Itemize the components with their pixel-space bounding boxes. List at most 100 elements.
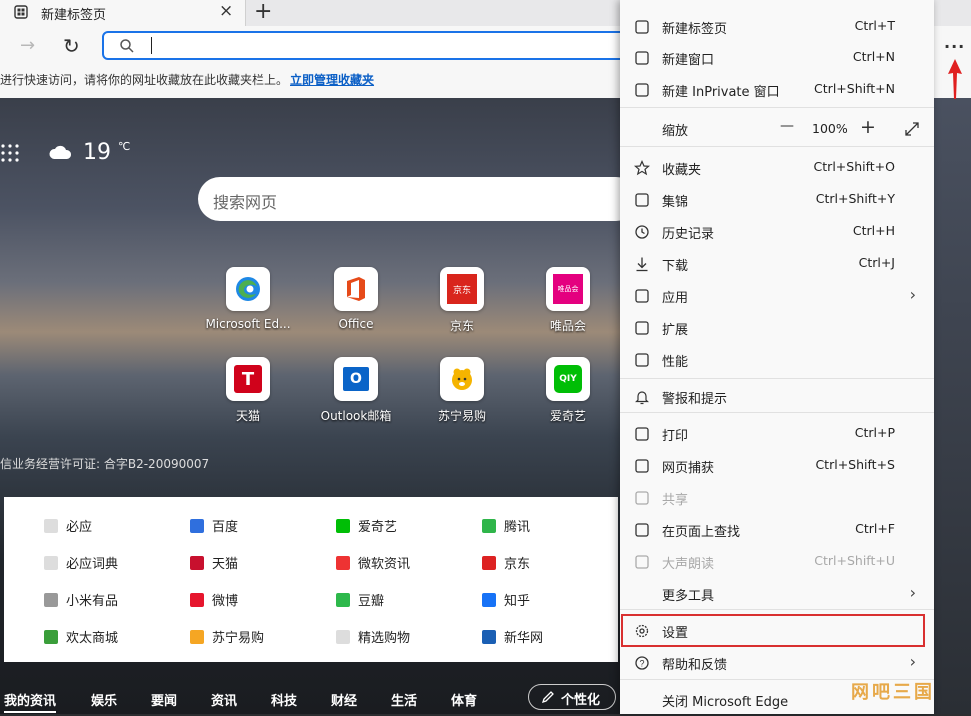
share-icon <box>635 491 649 505</box>
menu-item-2[interactable]: 新建 InPrivate 窗口 Ctrl+Shift+N <box>620 74 934 106</box>
menu-item-14[interactable]: 共享 <box>620 482 934 514</box>
site-link[interactable]: 必应词典 <box>44 553 118 572</box>
menu-item-label: 共享 <box>662 493 689 508</box>
feed-tab-my-news[interactable]: 我的资讯 <box>4 690 57 713</box>
weather-temperature[interactable]: 19 ℃ <box>83 140 130 165</box>
feed-tab-life[interactable]: 生活 <box>391 690 417 709</box>
menu-item-label: 历史记录 <box>662 227 715 242</box>
new-tab-button[interactable]: + <box>254 0 272 24</box>
menu-item-0[interactable]: 新建标签页 Ctrl+T <box>620 11 934 43</box>
site-link-icon <box>482 519 496 533</box>
menu-item-label: 新建标签页 <box>662 22 728 37</box>
site-link-label: 腾讯 <box>504 520 531 535</box>
menu-item-13[interactable]: 网页捕获 Ctrl+Shift+S <box>620 450 934 482</box>
quick-link-jd[interactable]: 京东 京东 <box>402 267 522 334</box>
menu-item-15[interactable]: 在页面上查找 Ctrl+F <box>620 514 934 546</box>
quick-link-vip[interactable]: 唯品会 唯品会 <box>508 267 628 334</box>
zoom-in-button[interactable]: + <box>860 116 876 138</box>
site-link[interactable]: 百度 <box>190 516 238 535</box>
quick-link-office[interactable]: Office <box>296 267 416 331</box>
manage-favorites-link[interactable]: 立即管理收藏夹 <box>290 71 374 88</box>
jd-icon: 京东 <box>440 267 484 311</box>
tab-title: 新建标签页 <box>41 8 107 23</box>
temperature-unit: ℃ <box>118 140 131 153</box>
menu-item-9[interactable]: 扩展 <box>620 312 934 344</box>
feed-tab-finance[interactable]: 财经 <box>331 690 357 709</box>
site-link[interactable]: 天猫 <box>190 553 238 572</box>
menu-item-8[interactable]: 应用 › <box>620 280 934 312</box>
menu-item-shortcut: Ctrl+Shift+Y <box>815 191 895 206</box>
apps-icon <box>635 289 649 303</box>
menu-item-label: 应用 <box>662 291 689 306</box>
quick-link-edge[interactable]: Microsoft Ed... <box>188 267 308 331</box>
svg-text:?: ? <box>639 659 644 669</box>
menu-item-19[interactable]: ? 帮助和反馈 › <box>620 647 934 679</box>
new-tab-icon <box>635 20 649 34</box>
menu-item-3[interactable]: 缩放 — 100% + <box>620 113 934 145</box>
menu-item-1[interactable]: 新建窗口 Ctrl+N <box>620 42 934 74</box>
reload-button[interactable]: ↻ <box>63 34 80 58</box>
tab-close-icon[interactable]: × <box>219 1 233 21</box>
site-link[interactable]: 爱奇艺 <box>336 516 397 535</box>
iqiyi-icon: QIY <box>546 357 590 401</box>
site-link[interactable]: 苏宁易购 <box>190 627 264 646</box>
menu-item-10[interactable]: 性能 <box>620 344 934 376</box>
site-link[interactable]: 豆瓣 <box>336 590 384 609</box>
site-link[interactable]: 知乎 <box>482 590 530 609</box>
address-bar[interactable] <box>102 31 642 60</box>
quick-link-outlook[interactable]: O Outlook邮箱 <box>296 357 416 424</box>
menu-item-11[interactable]: 警报和提示 <box>620 381 934 413</box>
quick-link-label: 天猫 <box>235 409 260 423</box>
quick-link-tmall[interactable]: T 天猫 <box>188 357 308 424</box>
vip-logo: 唯品会 <box>553 274 583 304</box>
site-link-icon <box>190 593 204 607</box>
personalize-button[interactable]: 个性化 <box>528 684 616 710</box>
site-link[interactable]: 精选购物 <box>336 627 410 646</box>
zoom-out-button[interactable]: — <box>780 118 794 134</box>
tab-new-tab[interactable]: 新建标签页 × <box>0 0 246 26</box>
fullscreen-icon[interactable] <box>904 121 920 137</box>
feed-tab-tech[interactable]: 科技 <box>271 690 297 709</box>
site-link[interactable]: 小米有品 <box>44 590 118 609</box>
menu-item-7[interactable]: 下载 Ctrl+J <box>620 248 934 280</box>
site-link-icon <box>482 593 496 607</box>
performance-icon <box>635 353 649 367</box>
app-launcher-icon[interactable] <box>0 143 20 163</box>
site-link[interactable]: 欢太商城 <box>44 627 118 646</box>
menu-item-4[interactable]: 收藏夹 Ctrl+Shift+O <box>620 152 934 184</box>
favorites-bar-message: 进行快速访问，请将你的网址收藏放在此收藏夹栏上。 <box>0 73 289 87</box>
menu-item-16[interactable]: 大声朗读 Ctrl+Shift+U <box>620 546 934 578</box>
feed-tab-headlines[interactable]: 要闻 <box>151 690 177 709</box>
site-link[interactable]: 微软资讯 <box>336 553 410 572</box>
site-link-label: 天猫 <box>212 557 239 572</box>
site-link[interactable]: 新华网 <box>482 627 543 646</box>
menu-item-shortcut: Ctrl+N <box>852 49 895 64</box>
quick-link-iqiyi[interactable]: QIY 爱奇艺 <box>508 357 628 424</box>
site-link-label: 微博 <box>212 594 239 609</box>
menu-item-6[interactable]: 历史记录 Ctrl+H <box>620 216 934 248</box>
menu-item-12[interactable]: 打印 Ctrl+P <box>620 418 934 450</box>
site-link[interactable]: 京东 <box>482 553 530 572</box>
menu-item-17[interactable]: 更多工具 › <box>620 578 934 610</box>
site-link-icon <box>190 519 204 533</box>
forward-button[interactable]: → <box>20 35 35 56</box>
site-link[interactable]: 微博 <box>190 590 238 609</box>
suning-icon <box>440 357 484 401</box>
personalize-label: 个性化 <box>561 693 601 708</box>
jd-logo: 京东 <box>447 274 477 304</box>
settings-and-more-button[interactable]: ··· <box>944 37 965 56</box>
menu-item-5[interactable]: 集锦 Ctrl+Shift+Y <box>620 184 934 216</box>
site-link[interactable]: 腾讯 <box>482 516 530 535</box>
site-link-label: 必应 <box>66 520 93 535</box>
web-search-box[interactable]: 搜索网页 <box>198 177 638 221</box>
feed-tab-news[interactable]: 资讯 <box>211 690 237 709</box>
feed-tab-entertainment[interactable]: 娱乐 <box>91 690 117 709</box>
menu-item-shortcut: Ctrl+F <box>855 521 895 536</box>
quick-link-suning[interactable]: 苏宁易购 <box>402 357 522 424</box>
menu-item-shortcut: Ctrl+Shift+N <box>814 81 895 96</box>
feed-tab-sports[interactable]: 体育 <box>451 690 477 709</box>
license-text: 信业务经营许可证: 合字B2-20090007 <box>0 457 210 471</box>
site-link-label: 微软资讯 <box>358 557 411 572</box>
site-link[interactable]: 必应 <box>44 516 92 535</box>
red-arrow-annotation <box>948 59 962 99</box>
